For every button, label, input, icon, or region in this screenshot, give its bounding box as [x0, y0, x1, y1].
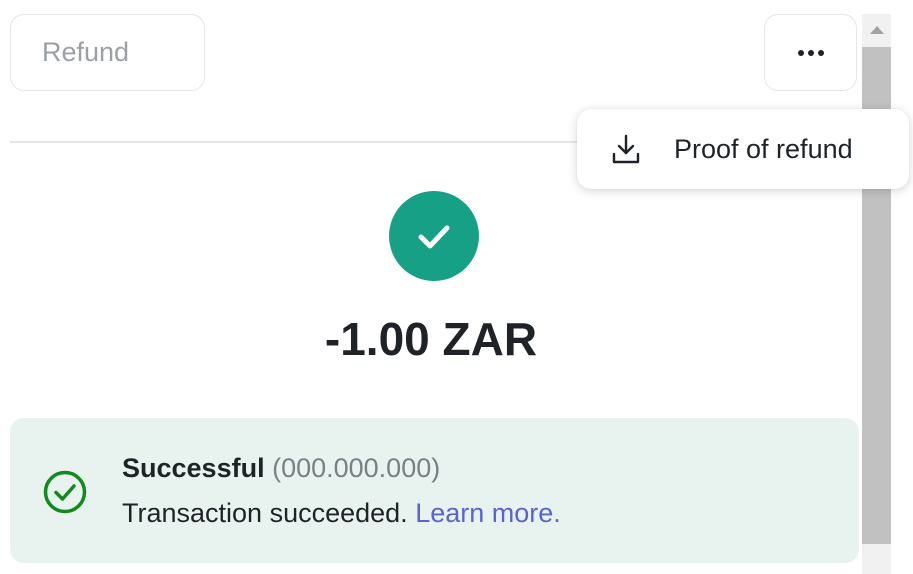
scroll-up-arrow-icon[interactable] — [862, 14, 891, 46]
status-heading: Successful (000.000.000) — [122, 453, 440, 484]
status-banner: Successful (000.000.000) Transaction suc… — [10, 418, 859, 563]
more-options-button[interactable] — [764, 14, 857, 91]
menu-item-proof-of-refund[interactable]: Proof of refund — [577, 109, 909, 189]
more-options-menu: Proof of refund — [577, 109, 909, 189]
download-icon — [610, 133, 642, 165]
more-horizontal-icon — [797, 49, 825, 57]
status-title: Successful — [122, 453, 265, 483]
success-check-icon — [42, 469, 88, 515]
learn-more-link[interactable]: Learn more. — [415, 498, 561, 528]
refund-button[interactable]: Refund — [10, 14, 205, 91]
check-circle-icon — [389, 191, 479, 281]
menu-item-label: Proof of refund — [674, 133, 853, 164]
status-message-line: Transaction succeeded. Learn more. — [122, 498, 561, 529]
transaction-amount: -1.00 ZAR — [324, 313, 538, 365]
status-message: Transaction succeeded. — [122, 498, 408, 528]
status-reference-id: (000.000.000) — [272, 453, 441, 483]
refund-button-label: Refund — [42, 37, 130, 67]
transaction-detail-panel: Refund Proof of refund -1.00 ZAR Success… — [0, 0, 913, 574]
